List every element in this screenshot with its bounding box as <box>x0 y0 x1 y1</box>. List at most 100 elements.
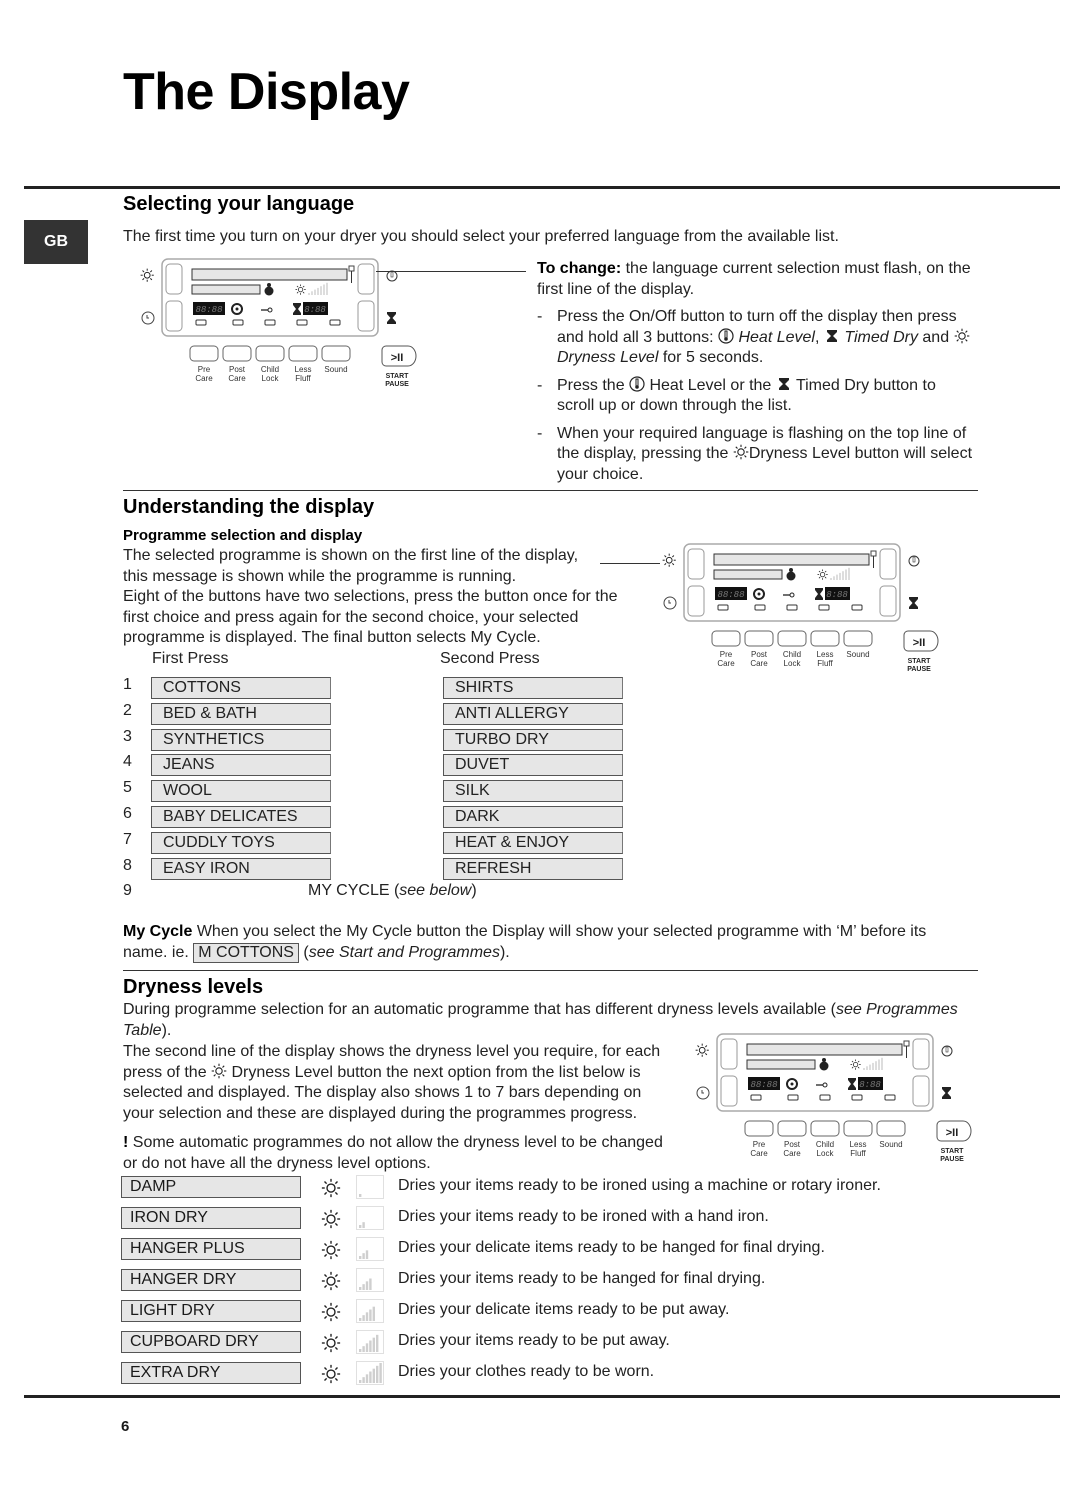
sep: , <box>814 328 824 346</box>
panel-button-precare <box>189 345 219 362</box>
dash: - <box>537 308 543 325</box>
right-bottom-button <box>357 300 375 332</box>
panel-button-childlock <box>777 630 807 647</box>
step-text: Heat Level or the <box>645 376 776 394</box>
my-cycle-paragraph: My Cycle When you select the My Cycle bu… <box>123 922 983 963</box>
dryness-bar <box>365 1343 369 1352</box>
dryness-bars-indicator <box>356 1361 384 1385</box>
panel-button-label: Care <box>750 1149 768 1158</box>
dryness-sun-icon <box>954 328 969 343</box>
signal-bar <box>881 1057 883 1070</box>
control-panel-diagram: 88:88 8:88 Pre Care Post Care Child Lock Less Flu… <box>138 258 417 408</box>
warning-text: Some automatic programmes do not allow t… <box>128 1134 663 1151</box>
indicator-led <box>195 319 207 326</box>
my-cycle-text: MY CYCLE ( <box>308 882 400 899</box>
svg-text:88:88: 88:88 <box>750 1080 778 1090</box>
control-panel-diagram: 88:88 8:88 Pre Care Post Care Child Lock Less Flu… <box>693 1033 972 1183</box>
dryness-bar <box>362 1253 365 1259</box>
dryness-level-description: Dries your clothes ready to be worn. <box>398 1363 655 1380</box>
panel-button-label: Pre <box>198 365 211 374</box>
svg-text:8:88: 8:88 <box>859 1080 881 1090</box>
panel-button-precare <box>744 1120 774 1137</box>
signal-bar <box>311 291 313 295</box>
dryness-level-display: HANGER PLUS <box>121 1238 301 1260</box>
para-line: this message is shown while the programm… <box>123 567 517 585</box>
heat-level-icon <box>941 1045 953 1057</box>
page-title: The Display <box>123 63 410 121</box>
dryness-sun-icon <box>321 1364 341 1384</box>
svg-text:>II: >II <box>391 352 404 364</box>
my-cycle-label: MY CYCLE (see below) <box>308 881 477 902</box>
dryness-bar <box>379 1363 382 1383</box>
paren: ). <box>161 1021 172 1039</box>
signal-bar <box>314 289 316 295</box>
delay-icon <box>696 1086 710 1100</box>
panel-button-label: Care <box>750 659 768 668</box>
panel-button-label: Care <box>717 659 735 668</box>
signal-bar <box>842 571 844 580</box>
dryness-bars-indicator <box>356 1175 384 1199</box>
svg-text:88:88: 88:88 <box>717 590 745 600</box>
heat-level-icon <box>386 270 398 282</box>
step-2: - Press the Heat Level or the Timed Dry … <box>537 375 977 417</box>
control-panel-svg: 88:88 8:88PreCarePostCareChildLockLessFlu… <box>662 543 939 673</box>
dryness-sun-icon <box>321 1178 341 1198</box>
indicator-led <box>717 604 729 611</box>
second-press-programme: DUVET <box>443 754 623 777</box>
panel-button-sound <box>843 630 873 647</box>
dryness-bar <box>362 1346 365 1352</box>
para-line: The selected programme is shown on the f… <box>123 547 579 564</box>
right-bottom-button <box>912 1075 930 1107</box>
second-press-programme: SILK <box>443 780 623 803</box>
panel-button-label: Care <box>783 1149 801 1158</box>
signal-bar <box>836 574 838 580</box>
svg-text:8:88: 8:88 <box>826 590 848 600</box>
dryness-bar <box>359 1256 362 1259</box>
dryness-bar <box>365 1312 369 1321</box>
see-start-link: see Start and Programmes <box>308 943 500 961</box>
panel-button-lessfluff <box>810 630 840 647</box>
svg-text:>II: >II <box>946 1127 959 1139</box>
left-bottom-button <box>687 585 705 617</box>
signal-bar <box>848 567 850 580</box>
para-line: your selection and these are displayed d… <box>123 1104 638 1122</box>
dryness-level-description: Dries your delicate items ready to be ha… <box>398 1239 825 1256</box>
lcd-line-1 <box>713 553 870 566</box>
first-press-programme: JEANS <box>151 754 331 777</box>
intro-text: During programme selection for an automa… <box>123 1001 836 1018</box>
dryness-level-description: Dries your items ready to be ironed with… <box>398 1208 769 1225</box>
panel-button-label: Less <box>817 650 834 659</box>
panel-button-lessfluff <box>843 1120 873 1137</box>
dryness-level-description: Dries your items ready to be hanged for … <box>398 1270 766 1287</box>
programme-number: 3 <box>123 727 132 745</box>
dryness-bars-indicator <box>356 1206 384 1230</box>
hourglass-icon <box>778 377 789 390</box>
dryness-bar <box>359 1225 362 1228</box>
panel-button-label: Sound <box>846 650 869 659</box>
indicator-led <box>754 604 766 611</box>
dryness-bar <box>359 1194 362 1197</box>
panel-button-label: Lock <box>784 659 802 668</box>
indicator-led <box>884 1094 896 1101</box>
subheading-programme-selection: Programme selection and display <box>123 527 363 544</box>
second-press-programme: DARK <box>443 806 623 828</box>
dash: - <box>537 376 543 394</box>
see-programmes: see Programmes <box>835 1001 958 1018</box>
divider <box>123 490 978 491</box>
dryness-bars-indicator <box>356 1299 384 1323</box>
panel-button-label: Sound <box>879 1140 902 1149</box>
signal-bar <box>839 572 841 580</box>
paren: ). <box>499 943 510 961</box>
left-top-button <box>687 548 705 580</box>
right-top-button <box>912 1038 930 1070</box>
heat-level-icon <box>908 555 920 567</box>
see-table: Table <box>123 1021 162 1039</box>
panel-button-label: Pre <box>720 650 733 659</box>
dryness-bar <box>365 1281 369 1290</box>
hourglass-icon <box>826 329 837 342</box>
timed-dry-label: Timed Dry <box>844 328 918 346</box>
para-line: The second line of the display shows the… <box>123 1043 661 1060</box>
dryness-bar <box>359 1318 362 1321</box>
right-top-button <box>357 263 375 295</box>
programme-number: 1 <box>123 676 132 693</box>
